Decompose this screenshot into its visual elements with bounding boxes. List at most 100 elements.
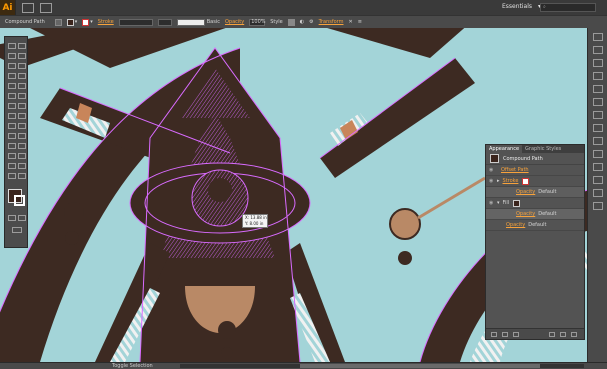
variable-width-profile[interactable] — [157, 18, 172, 26]
search-input[interactable]: ⌕ — [540, 3, 596, 12]
add-new-fill-icon[interactable] — [502, 331, 508, 337]
hand-tool-icon[interactable] — [8, 173, 16, 179]
stroke-swatch[interactable]: ▾ — [82, 18, 93, 26]
eyedropper-tool-icon[interactable] — [8, 143, 16, 149]
gear-icon[interactable]: ⚙ — [309, 19, 313, 25]
symbol-sprayer-tool-icon[interactable] — [8, 153, 16, 159]
shape-builder-tool-icon[interactable] — [8, 123, 16, 129]
stroke-swatch-mini[interactable] — [522, 177, 530, 185]
brush-definition[interactable]: Basic — [176, 18, 220, 26]
eraser-tool-icon[interactable] — [18, 93, 26, 99]
stroke-color-box[interactable] — [14, 195, 25, 206]
search-icon: ⌕ — [543, 4, 546, 10]
isolate-icon[interactable]: ✕ — [349, 19, 353, 25]
expand-triangle-icon[interactable]: ▾ — [497, 200, 500, 206]
graph-tool-icon[interactable] — [18, 153, 26, 159]
direct-selection-tool-icon[interactable] — [18, 43, 26, 49]
brushes-panel-icon[interactable] — [592, 72, 603, 80]
workspace-switcher[interactable]: Essentials ▾ — [502, 3, 541, 10]
appearance-row-stroke[interactable]: ◉ ▸ Stroke — [486, 176, 584, 187]
visibility-eye-icon[interactable]: ◉ — [489, 167, 495, 173]
pen-tool-icon[interactable] — [8, 63, 16, 69]
object-thumbnail — [490, 154, 499, 163]
appearance-panel-tabs: Appearance Graphic Styles — [486, 145, 584, 153]
opacity-link[interactable]: Opacity — [516, 211, 535, 217]
stroke-link[interactable]: Stroke — [98, 19, 114, 25]
selection-tool-icon[interactable] — [8, 43, 16, 49]
rectangle-tool-icon[interactable] — [18, 73, 26, 79]
gradient-tool-icon[interactable] — [18, 133, 26, 139]
tab-appearance[interactable]: Appearance — [486, 145, 523, 153]
swatches-panel-icon[interactable] — [592, 59, 603, 67]
effect-link[interactable]: Offset Path — [501, 167, 529, 173]
artboard-tool-icon[interactable] — [8, 163, 16, 169]
expand-triangle-icon[interactable]: ▸ — [497, 178, 500, 184]
transparency-panel-icon[interactable] — [592, 124, 603, 132]
zoom-tool-icon[interactable] — [18, 173, 26, 179]
blend-tool-icon[interactable] — [18, 143, 26, 149]
selection-type: Compound Path — [5, 19, 45, 25]
panel-menu-icon[interactable]: ≡ — [358, 19, 362, 25]
magic-wand-tool-icon[interactable] — [8, 53, 16, 59]
clear-appearance-icon[interactable] — [549, 331, 555, 337]
paintbrush-tool-icon[interactable] — [8, 83, 16, 89]
appearance-row-object-opacity[interactable]: Opacity Default — [486, 220, 584, 231]
recolor-icon[interactable]: ◐ — [300, 19, 304, 25]
opacity-field[interactable]: 100% — [249, 18, 266, 26]
free-transform-tool-icon[interactable] — [18, 113, 26, 119]
color-mode-icon[interactable] — [8, 215, 16, 221]
width-tool-icon[interactable] — [8, 113, 16, 119]
pathfinder-panel-icon[interactable] — [592, 202, 603, 210]
artboards-panel-icon[interactable] — [592, 176, 603, 184]
fill-swatch-mini[interactable] — [513, 199, 521, 207]
graphic-styles-panel-icon[interactable] — [592, 150, 603, 158]
rotate-tool-icon[interactable] — [8, 103, 16, 109]
opacity-value: Default — [538, 189, 557, 195]
layers-panel-icon[interactable] — [592, 163, 603, 171]
stroke-attribute-link[interactable]: Stroke — [503, 178, 519, 184]
visibility-eye-icon[interactable]: ◉ — [489, 178, 495, 184]
perspective-grid-tool-icon[interactable] — [18, 123, 26, 129]
horizontal-scrollbar[interactable] — [180, 364, 584, 368]
pencil-tool-icon[interactable] — [18, 83, 26, 89]
opacity-link[interactable]: Opacity — [225, 19, 244, 25]
color-panel-icon[interactable] — [592, 33, 603, 41]
arrange-documents-icon[interactable] — [40, 2, 52, 13]
stroke-weight-field[interactable] — [118, 18, 153, 26]
graphic-style-swatch[interactable] — [287, 18, 295, 26]
stroke-panel-icon[interactable] — [592, 98, 603, 106]
blob-brush-tool-icon[interactable] — [8, 93, 16, 99]
draw-mode-icon[interactable] — [18, 215, 26, 221]
add-new-effect-icon[interactable] — [513, 331, 519, 337]
align-panel-icon[interactable] — [592, 189, 603, 197]
duplicate-item-icon[interactable] — [560, 331, 566, 337]
fill-swatch[interactable]: ▾ — [66, 18, 77, 26]
appearance-row-stroke-opacity[interactable]: Opacity Default — [486, 187, 584, 198]
symbols-panel-icon[interactable] — [592, 85, 603, 93]
gradient-panel-icon[interactable] — [592, 111, 603, 119]
visibility-eye-icon[interactable]: ◉ — [489, 200, 495, 206]
mesh-tool-icon[interactable] — [8, 133, 16, 139]
color-guide-panel-icon[interactable] — [592, 46, 603, 54]
appearance-panel-icon[interactable] — [592, 137, 603, 145]
scale-tool-icon[interactable] — [18, 103, 26, 109]
tooltip-y: Y: 8.00 in — [245, 221, 264, 226]
align-icon[interactable] — [54, 18, 62, 26]
opacity-link[interactable]: Opacity — [516, 189, 535, 195]
line-tool-icon[interactable] — [8, 73, 16, 79]
bridge-icon[interactable] — [22, 2, 34, 13]
trash-icon[interactable] — [571, 331, 577, 337]
scrollbar-thumb[interactable] — [300, 364, 540, 368]
appearance-row-offset-path[interactable]: ◉ Offset Path — [486, 165, 584, 176]
appearance-row-fill-opacity[interactable]: Opacity Default — [486, 209, 584, 220]
type-tool-icon[interactable] — [18, 63, 26, 69]
opacity-link[interactable]: Opacity — [506, 222, 525, 228]
transform-link[interactable]: Transform — [319, 19, 344, 25]
slice-tool-icon[interactable] — [18, 163, 26, 169]
style-label: Style — [270, 19, 283, 25]
add-new-stroke-icon[interactable] — [491, 331, 497, 337]
tab-graphic-styles[interactable]: Graphic Styles — [522, 145, 564, 153]
appearance-row-fill[interactable]: ◉ ▾ Fill — [486, 198, 584, 209]
lasso-tool-icon[interactable] — [18, 53, 26, 59]
screen-mode-icon[interactable] — [12, 227, 22, 233]
